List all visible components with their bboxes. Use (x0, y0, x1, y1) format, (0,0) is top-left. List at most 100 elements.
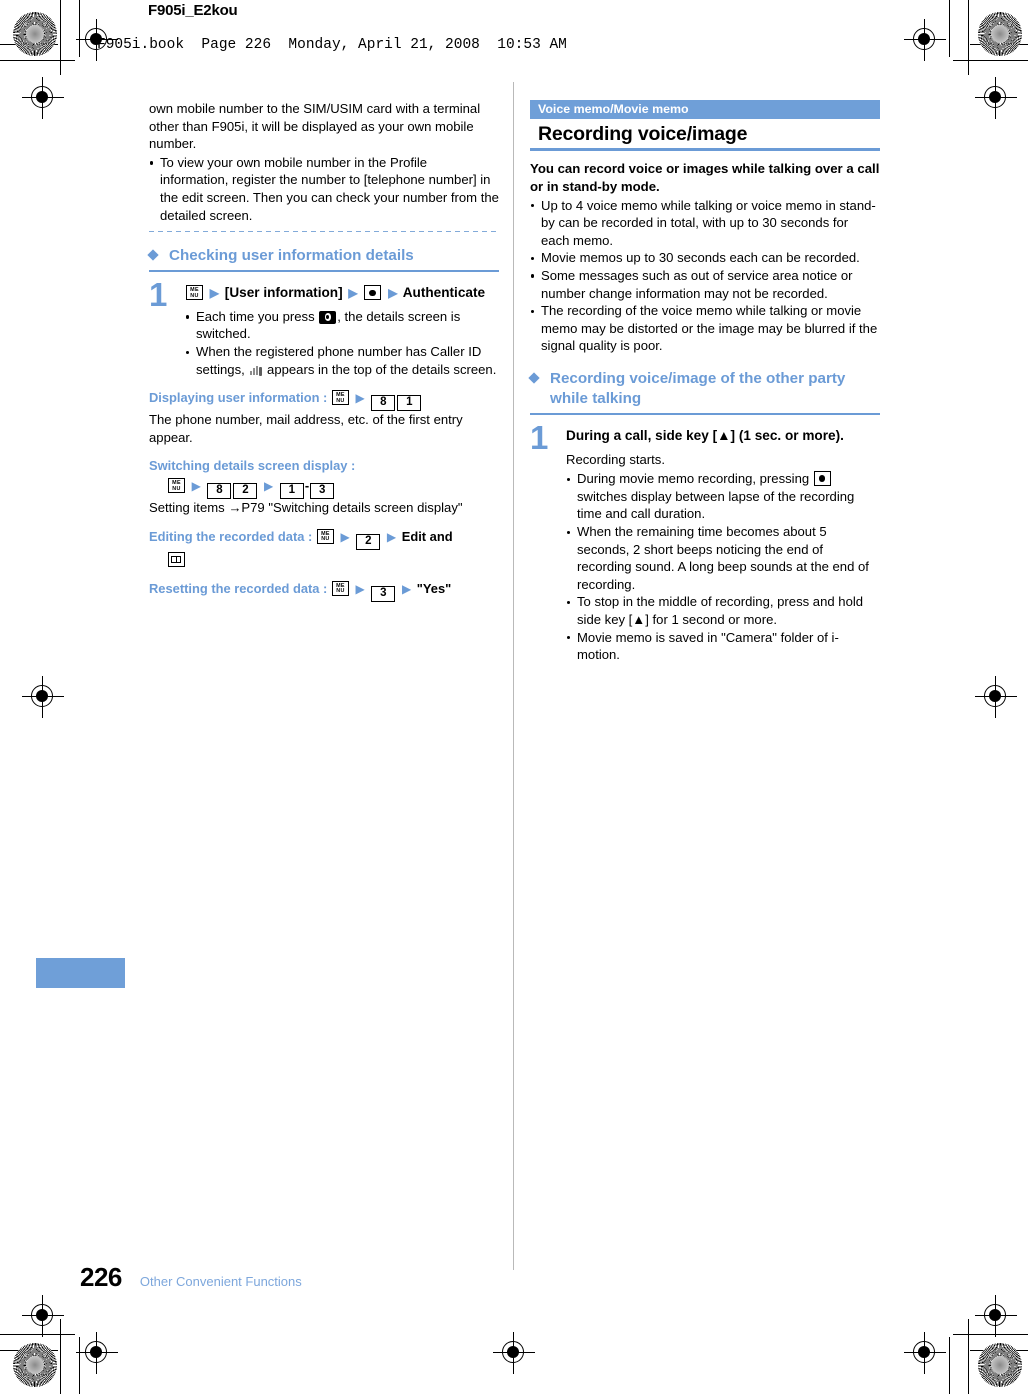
procedure-displaying-user-information: Displaying user information : ME NU ▶ 81 (149, 389, 499, 412)
subheading-recording-other-party: Recording voice/image of the other party… (528, 369, 880, 409)
subheading-label: Recording voice/image of the other party… (550, 369, 846, 407)
procedure-label: Displaying user information : (149, 390, 328, 406)
step-final-action: Authenticate (402, 285, 486, 301)
subheading-checking-user-information: Checking user information details (147, 246, 499, 266)
registration-target (904, 19, 946, 61)
caller-id-icon (249, 364, 263, 376)
menu-key-icon: ME NU (186, 285, 203, 301)
bullet-text-before: During movie memo recording, pressing (577, 471, 813, 487)
diamond-icon (147, 249, 159, 261)
thumb-index-tab (36, 958, 125, 988)
arrow-icon: ▶ (264, 479, 274, 494)
crop-mark-line (953, 60, 1028, 61)
numeric-key-3: 3 (371, 586, 396, 602)
left-column: own mobile number to the SIM/USIM card w… (147, 100, 499, 602)
bullet-text-before: Each time you press (196, 308, 319, 324)
key-range-dash: - (304, 478, 310, 494)
numeric-key-2: 2 (233, 483, 258, 500)
registration-rosette (978, 12, 1022, 56)
numeric-key-8: 8 (371, 395, 396, 412)
procedure-editing-recorded-data: Editing the recorded data : ME NU ▶ 2 ▶ E… (149, 528, 499, 569)
registration-target (975, 1295, 1017, 1337)
list-item: When the remaining time becomes about 5 … (566, 523, 880, 593)
section-rule (530, 148, 880, 151)
manual-page: F905i_E2kou F905i.book Page 226 Monday, … (0, 0, 1028, 1394)
registration-target (975, 77, 1017, 119)
arrow-icon: ▶ (386, 530, 397, 544)
numeric-key-8: 8 (207, 483, 232, 500)
list-item: When the registered phone number has Cal… (185, 343, 499, 378)
arrow-icon: ▶ (401, 582, 412, 596)
registration-target (22, 676, 64, 718)
list-item: Up to 4 voice memo while talking or voic… (530, 197, 880, 250)
arrow-icon: ▶ (348, 286, 358, 301)
registration-target (904, 1332, 946, 1374)
numeric-key-3: 3 (310, 483, 335, 500)
numeric-key-1: 1 (397, 395, 422, 412)
procedure-trailing-bold: Edit and (401, 529, 453, 544)
arrow-icon: ▶ (191, 479, 201, 494)
section-title: Recording voice/image (538, 123, 748, 145)
registration-rosette (978, 1343, 1022, 1387)
arrow-icon: ▶ (209, 286, 220, 301)
right-column: Voice memo/Movie memo Recording voice/im… (528, 100, 880, 664)
registration-rosette (13, 1343, 57, 1387)
bullet-text-after: switches display between lapse of the re… (577, 488, 855, 522)
numeric-key-1: 1 (279, 483, 304, 500)
procedure-key-sequence: ME NU ▶ 82 ▶ 1-3 (149, 477, 499, 500)
procedure-label: Resetting the recorded data : (149, 581, 328, 596)
list-item: Some messages such as out of service are… (530, 267, 880, 302)
step-body: Recording starts. During movie memo reco… (566, 451, 880, 664)
registration-target (975, 676, 1017, 718)
list-item: Each time you press , the details screen… (185, 308, 499, 343)
step-title: ME NU ▶ [User information] ▶ ▶ Authentica… (185, 284, 499, 303)
step-bullet-list: During movie memo recording, pressing sw… (566, 470, 880, 664)
center-select-key-icon (364, 285, 382, 301)
menu-key-icon: ME NU (331, 581, 349, 596)
page-number: 226 (80, 1262, 122, 1292)
continued-bullet-list: To view your own mobile number in the Pr… (149, 154, 499, 224)
list-item: Movie memos up to 30 seconds each can be… (530, 249, 880, 267)
crop-mark-line (949, 1337, 950, 1394)
procedure-trailing-bold: "Yes" (416, 581, 452, 596)
procedure-resetting-recorded-data: Resetting the recorded data : ME NU ▶ 3 ▶… (149, 580, 499, 602)
diamond-icon (528, 372, 540, 384)
subheading-rule (149, 270, 499, 273)
center-select-key-icon (813, 471, 831, 487)
book-key-icon (168, 552, 185, 567)
registration-rosette (13, 12, 57, 56)
bullet-text-after: appears in the top of the details screen… (263, 361, 497, 377)
crop-mark-line (0, 60, 75, 61)
registration-target (22, 1295, 64, 1337)
procedure-label: Editing the recorded data : (149, 529, 313, 544)
menu-key-icon: ME NU (331, 390, 349, 406)
section-separator (149, 231, 499, 233)
subheading-label: Checking user information details (169, 247, 414, 265)
menu-key-icon: ME NU (316, 529, 334, 544)
arrow-icon: ▶ (388, 286, 398, 301)
crop-mark-line (968, 1319, 969, 1394)
subheading-rule (530, 412, 880, 416)
document-header-slug: F905i.book Page 226 Monday, April 21, 20… (97, 37, 567, 53)
numeric-key-2: 2 (356, 534, 381, 550)
section-lead-bullets: Up to 4 voice memo while talking or voic… (530, 197, 880, 355)
registration-target (493, 1332, 535, 1374)
step-bullet-list: Each time you press , the details screen… (185, 308, 499, 378)
section-category-bar: Voice memo/Movie memo (530, 100, 880, 119)
list-item: To stop in the middle of recording, pres… (566, 593, 880, 628)
crop-mark-line (968, 0, 969, 75)
camera-key-icon (319, 310, 337, 324)
procedure-body: The phone number, mail address, etc. of … (149, 412, 463, 445)
step-1-right: 1 During a call, side key [▲] (1 sec. or… (530, 421, 880, 664)
arrow-icon: ▶ (355, 582, 365, 596)
document-header-title: F905i_E2kou (148, 2, 238, 19)
procedure-trailing-icon-row (149, 551, 499, 569)
step-body: Each time you press , the details screen… (185, 308, 499, 378)
registration-target (76, 1332, 118, 1374)
crop-mark-line (949, 0, 950, 57)
step-number: 1 (530, 419, 549, 457)
registration-target (22, 77, 64, 119)
step-number: 1 (149, 276, 168, 314)
menu-key-icon: ME NU (168, 478, 185, 494)
list-item: To view your own mobile number in the Pr… (149, 154, 499, 224)
